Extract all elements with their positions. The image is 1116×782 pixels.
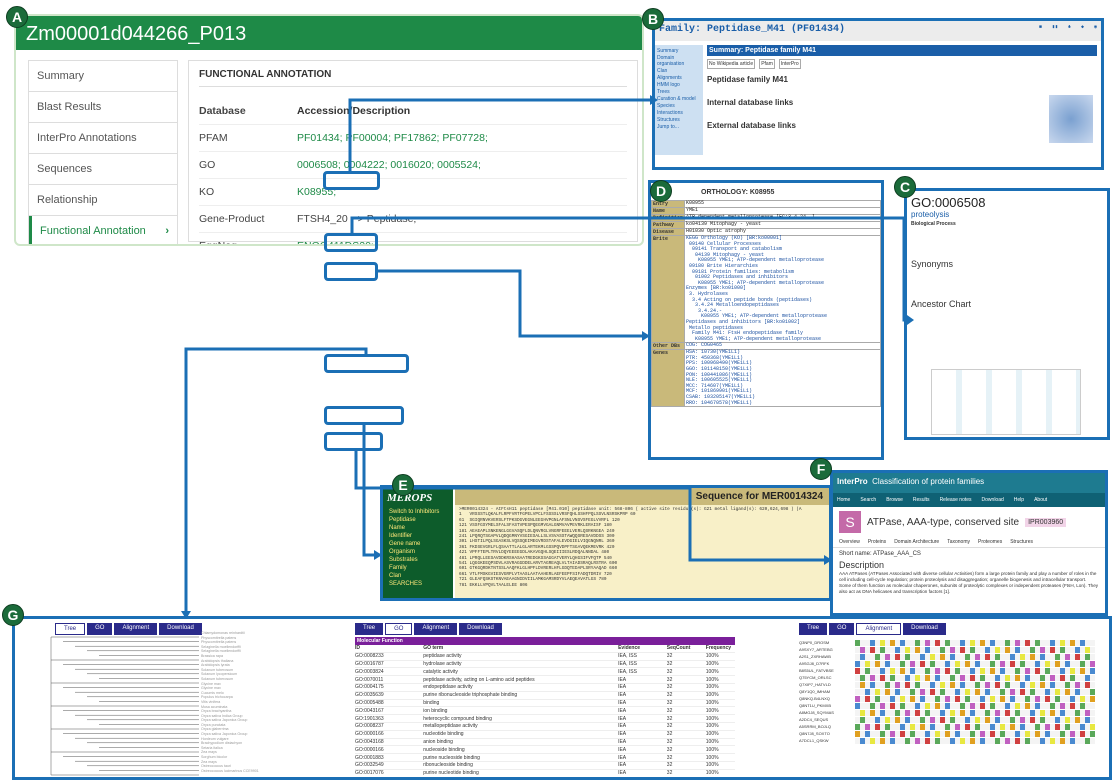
label-g-badge: G bbox=[2, 604, 24, 626]
label-d-badge: D bbox=[650, 180, 672, 202]
label-e-badge: E bbox=[392, 474, 414, 496]
label-f-badge: F bbox=[810, 458, 832, 480]
highlight-ko bbox=[324, 262, 378, 281]
label-b-badge: B bbox=[642, 8, 664, 30]
label-c-badge: C bbox=[894, 176, 916, 198]
highlight-merops bbox=[324, 406, 404, 425]
highlight-interpro bbox=[324, 432, 383, 451]
connector-lines bbox=[181, 95, 914, 619]
label-a-badge: A bbox=[6, 6, 28, 28]
highlight-go bbox=[324, 233, 378, 252]
highlight-eggnog bbox=[324, 354, 409, 373]
highlight-pfam bbox=[323, 171, 380, 190]
